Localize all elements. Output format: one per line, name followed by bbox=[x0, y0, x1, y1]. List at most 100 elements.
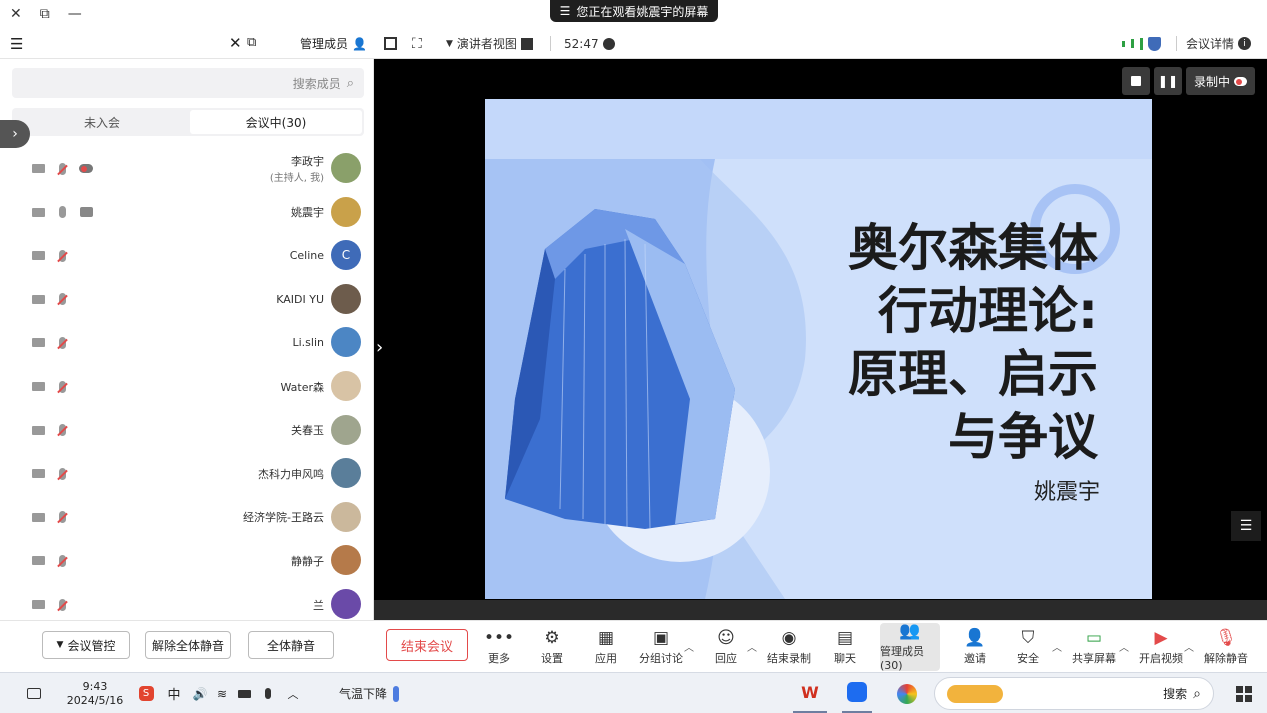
app-s-icon[interactable]: S bbox=[136, 673, 156, 713]
clock[interactable]: 9:43 2024/5/16 bbox=[60, 673, 130, 713]
wifi-icon[interactable]: ≋ bbox=[212, 673, 232, 713]
chevron-up-icon[interactable]: ︿ bbox=[1052, 639, 1062, 654]
mic-muted-icon[interactable] bbox=[54, 291, 70, 307]
participant-row[interactable]: C Celine bbox=[0, 234, 372, 277]
camera-off-icon[interactable] bbox=[30, 466, 46, 482]
share-banner-text: 您正在观看姚震宇的屏幕 bbox=[576, 4, 709, 19]
camera-on-icon[interactable] bbox=[30, 204, 46, 220]
collapse-panel-button[interactable]: › bbox=[0, 120, 30, 148]
participants-panel: 搜索成员 ⌕ 未入会 会议中(30) › 李政宇 (主持人, 我) 姚震宇 C Celi… bbox=[0, 59, 374, 672]
mute-all-button[interactable]: 全体静音 bbox=[248, 631, 334, 659]
camera-off-icon[interactable] bbox=[30, 553, 46, 569]
participant-row[interactable]: 经济学院-王路云 bbox=[0, 496, 372, 539]
stop-record-button[interactable]: ◉ 结束录制 bbox=[759, 623, 819, 671]
participant-name: Li.slin bbox=[292, 336, 325, 350]
tencent-meeting-app-icon[interactable] bbox=[842, 673, 872, 713]
chevron-up-icon[interactable]: ︿ bbox=[1184, 639, 1194, 654]
search-input[interactable]: 搜索成员 ⌕ bbox=[12, 68, 364, 98]
participant-row[interactable]: KAIDI YU bbox=[0, 278, 372, 321]
layout-icon[interactable] bbox=[384, 28, 397, 59]
participant-name-block: Water森 bbox=[280, 365, 324, 408]
tab-not-joined[interactable]: 未入会 bbox=[16, 110, 188, 134]
participant-row[interactable]: 姚震宇 bbox=[0, 191, 372, 234]
participant-row[interactable]: 李政宇 (主持人, 我) bbox=[0, 147, 372, 190]
mic-muted-icon[interactable] bbox=[54, 335, 70, 351]
ime-indicator[interactable]: 中 bbox=[162, 673, 186, 713]
screen-share-banner[interactable]: ☰ 您正在观看姚震宇的屏幕 bbox=[550, 0, 718, 22]
mic-on-icon[interactable] bbox=[54, 204, 70, 220]
taskbar-search[interactable]: 搜索 ⌕ bbox=[934, 677, 1214, 710]
tray-expand-icon[interactable]: ︿ bbox=[284, 673, 302, 713]
close-panel-icon[interactable]: ✕ bbox=[229, 34, 242, 52]
chevron-up-icon[interactable]: ︿ bbox=[684, 639, 694, 654]
more-button[interactable]: ••• 更多 bbox=[469, 623, 529, 671]
minimize-window-button[interactable]: — bbox=[68, 6, 82, 22]
avatar bbox=[331, 153, 361, 183]
mic-muted-icon[interactable] bbox=[54, 379, 70, 395]
fullscreen-icon[interactable]: ⛶ bbox=[412, 28, 422, 59]
meeting-control-button[interactable]: ▼ 会议管控 bbox=[42, 631, 130, 659]
mic-off-button[interactable]: 🎙 解除静音 bbox=[1196, 623, 1256, 671]
tab-in-meeting[interactable]: 会议中(30) bbox=[190, 110, 362, 134]
mic-muted-icon[interactable] bbox=[54, 248, 70, 264]
camera-off-icon[interactable] bbox=[30, 248, 46, 264]
browser-app-icon[interactable] bbox=[892, 673, 922, 713]
popout-icon[interactable]: ⧉ bbox=[247, 35, 256, 50]
camera-off-icon[interactable] bbox=[30, 161, 46, 177]
battery-icon[interactable] bbox=[234, 673, 254, 713]
participant-status-icons bbox=[30, 191, 94, 234]
search-icon: ⌕ bbox=[1193, 685, 1201, 702]
wps-app-icon[interactable]: W bbox=[793, 673, 827, 713]
gear-button[interactable]: ⚙ 设置 bbox=[522, 623, 582, 671]
mic-muted-icon[interactable] bbox=[54, 553, 70, 569]
mic-muted-icon[interactable] bbox=[54, 422, 70, 438]
participant-status-icons bbox=[30, 409, 70, 452]
camera-off-icon[interactable] bbox=[30, 379, 46, 395]
volume-icon[interactable]: 🔊 bbox=[190, 673, 210, 713]
list-icon[interactable]: ☰ bbox=[1231, 511, 1261, 541]
camera-off-icon[interactable] bbox=[30, 291, 46, 307]
chevron-up-icon[interactable]: ︿ bbox=[1119, 639, 1129, 654]
start-button[interactable] bbox=[1232, 673, 1256, 713]
pause-record-button[interactable]: ❚❚ bbox=[1153, 67, 1182, 95]
participant-row[interactable]: Li.slin bbox=[0, 321, 372, 364]
security-shield-icon[interactable] bbox=[1148, 28, 1161, 59]
weather-widget[interactable]: 气温下降 bbox=[324, 673, 414, 713]
participant-row[interactable]: Water森 bbox=[0, 365, 372, 408]
microphone-icon[interactable] bbox=[258, 673, 278, 713]
participant-row[interactable]: 静静子 bbox=[0, 539, 372, 582]
participant-row[interactable]: 杰科力申风鸣 bbox=[0, 452, 372, 495]
video-off-button[interactable]: ▶ 开启视频 bbox=[1131, 623, 1191, 671]
meeting-info-button[interactable]: 会议详情 i bbox=[1186, 28, 1252, 59]
shield-button[interactable]: ⛉ 安全 bbox=[998, 623, 1058, 671]
breakout-button[interactable]: ▣ 分组讨论 bbox=[631, 623, 691, 671]
meeting-toolbar: ⛶ ▼ 演讲者视图 52:47 会议详情 i bbox=[374, 28, 1267, 59]
apps-button[interactable]: ▦ 应用 bbox=[576, 623, 636, 671]
mic-muted-icon[interactable] bbox=[54, 597, 70, 613]
share-screen-button[interactable]: ▭ 共享屏幕 bbox=[1064, 623, 1124, 671]
view-selector[interactable]: ▼ 演讲者视图 bbox=[446, 28, 533, 59]
mic-muted-icon[interactable] bbox=[54, 509, 70, 525]
control-label: 应用 bbox=[595, 651, 617, 665]
participant-row[interactable]: 关春玉 bbox=[0, 409, 372, 452]
members-button[interactable]: 👥 管理成员(30) bbox=[880, 622, 940, 672]
close-window-button[interactable]: ✕ bbox=[10, 6, 22, 22]
notification-icon[interactable] bbox=[22, 673, 46, 713]
end-meeting-button[interactable]: 结束会议 bbox=[386, 629, 468, 661]
restore-window-button[interactable]: ⧉ bbox=[40, 6, 50, 22]
mic-muted-icon[interactable] bbox=[54, 466, 70, 482]
chevron-right-icon[interactable]: › bbox=[376, 337, 383, 358]
camera-off-icon[interactable] bbox=[30, 335, 46, 351]
chat-button[interactable]: ▤ 聊天 bbox=[815, 623, 875, 671]
camera-off-icon[interactable] bbox=[30, 422, 46, 438]
invite-button[interactable]: 👤 邀请 bbox=[945, 623, 1005, 671]
camera-off-icon[interactable] bbox=[30, 509, 46, 525]
unmute-all-button[interactable]: 解除全体静音 bbox=[145, 631, 231, 659]
mic-muted-icon[interactable] bbox=[54, 161, 70, 177]
camera-off-icon[interactable] bbox=[30, 597, 46, 613]
slide-title-line: 与争议 bbox=[948, 408, 1098, 466]
stop-record-button[interactable] bbox=[1121, 67, 1150, 95]
hamburger-icon[interactable]: ☰ bbox=[10, 35, 23, 53]
chevron-up-icon[interactable]: ︿ bbox=[747, 639, 757, 654]
clock-time: 9:43 bbox=[82, 680, 108, 693]
